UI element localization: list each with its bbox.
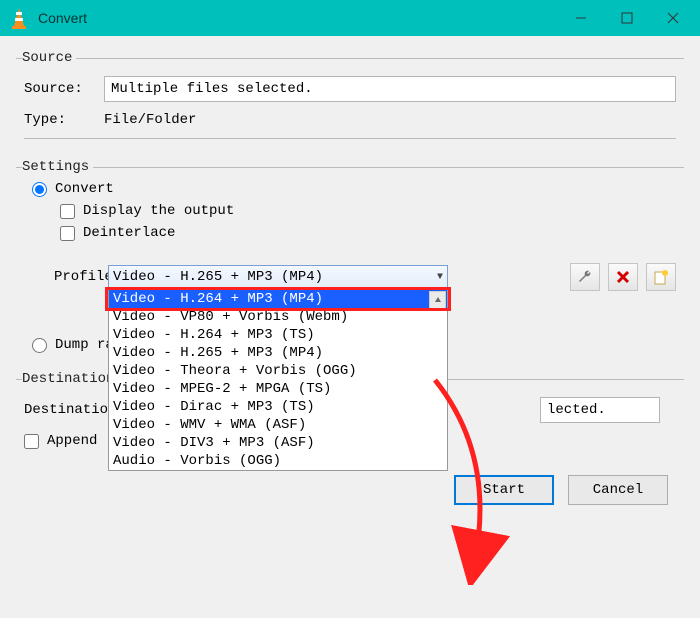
display-output-input[interactable]: [60, 204, 75, 219]
profile-option[interactable]: Video - VP80 + Vorbis (Webm): [109, 308, 447, 326]
profile-selected: Video - H.265 + MP3 (MP4): [113, 269, 323, 285]
destination-legend: Destination: [22, 371, 118, 387]
type-label: Type:: [24, 112, 104, 128]
profile-option[interactable]: Video - H.264 + MP3 (TS): [109, 326, 447, 344]
scroll-up-button[interactable]: [429, 291, 446, 309]
profile-option[interactable]: Video - H.265 + MP3 (MP4): [109, 344, 447, 362]
profile-combobox[interactable]: Video - H.265 + MP3 (MP4) ▼: [108, 265, 448, 289]
start-button[interactable]: Start: [454, 475, 554, 505]
deinterlace-input[interactable]: [60, 226, 75, 241]
profile-option[interactable]: Video - MPEG-2 + MPGA (TS): [109, 380, 447, 398]
delete-icon: [615, 269, 631, 285]
vlc-icon: [8, 6, 30, 30]
deinterlace-label: Deinterlace: [83, 225, 175, 241]
edit-profile-button[interactable]: [570, 263, 600, 291]
display-output-checkbox[interactable]: Display the output: [60, 203, 668, 219]
cancel-button[interactable]: Cancel: [568, 475, 668, 505]
titlebar: Convert: [0, 0, 700, 36]
delete-profile-button[interactable]: [608, 263, 638, 291]
source-legend: Source: [22, 50, 76, 66]
settings-legend: Settings: [22, 159, 93, 175]
profile-option[interactable]: Audio - Vorbis (OGG): [109, 452, 447, 470]
wrench-icon: [577, 269, 593, 285]
window-title: Convert: [38, 10, 558, 26]
source-group: Source Source: Type: File/Folder: [16, 50, 684, 143]
profile-dropdown[interactable]: Video - H.264 + MP3 (MP4) Video - VP80 +…: [108, 289, 448, 471]
convert-radio[interactable]: Convert: [32, 181, 668, 197]
source-input[interactable]: [104, 76, 676, 102]
convert-radio-input[interactable]: [32, 182, 47, 197]
deinterlace-checkbox[interactable]: Deinterlace: [60, 225, 668, 241]
divider: [24, 138, 676, 139]
settings-group: Settings Convert Display the output Dein…: [16, 159, 684, 359]
type-value: File/Folder: [104, 112, 196, 128]
profile-option[interactable]: Video - DIV3 + MP3 (ASF): [109, 434, 447, 452]
display-output-label: Display the output: [83, 203, 234, 219]
destination-file-input[interactable]: [540, 397, 660, 423]
profile-label: Profile: [24, 269, 104, 285]
profile-option[interactable]: Video - Dirac + MP3 (TS): [109, 398, 447, 416]
profile-option[interactable]: Video - Theora + Vorbis (OGG): [109, 362, 447, 380]
profile-option[interactable]: Video - WMV + WMA (ASF): [109, 416, 447, 434]
new-profile-button[interactable]: [646, 263, 676, 291]
append-input[interactable]: [24, 434, 39, 449]
source-label: Source:: [24, 81, 104, 97]
profile-option[interactable]: Video - H.264 + MP3 (MP4): [109, 290, 447, 308]
new-profile-icon: [653, 269, 669, 285]
close-button[interactable]: [650, 0, 696, 36]
minimize-button[interactable]: [558, 0, 604, 36]
maximize-button[interactable]: [604, 0, 650, 36]
dump-radio-input[interactable]: [32, 338, 47, 353]
chevron-down-icon: ▼: [437, 272, 443, 283]
convert-radio-label: Convert: [55, 181, 114, 197]
